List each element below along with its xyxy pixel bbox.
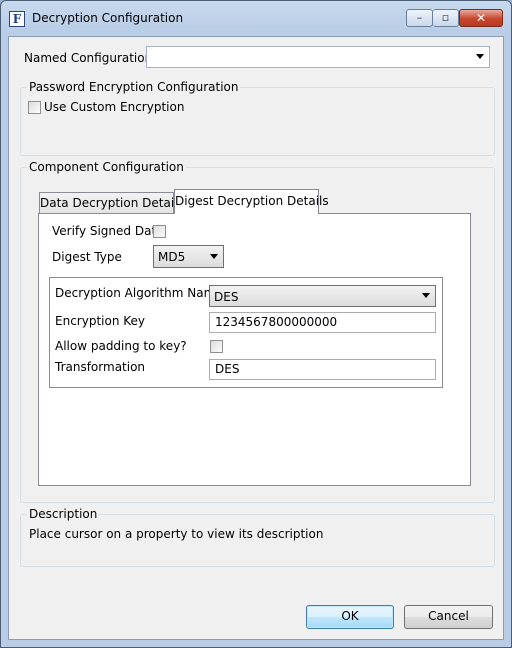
decryption-algorithm-label: Decryption Algorithm Name (55, 286, 223, 300)
description-title: Description (27, 507, 100, 521)
encryption-key-label: Encryption Key (55, 314, 145, 328)
title-bar[interactable]: F Decryption Configuration – ▫ ✕ (1, 1, 511, 37)
chevron-down-icon (210, 253, 218, 259)
transformation-label: Transformation (55, 360, 146, 374)
chevron-down-icon (476, 54, 484, 59)
encryption-key-input[interactable]: 1234567800000000 (209, 312, 436, 333)
digest-type-select[interactable]: MD5 (153, 245, 224, 268)
named-configuration-select[interactable] (146, 46, 490, 68)
maximize-button[interactable]: ▫ (433, 9, 459, 27)
chevron-down-icon (422, 293, 430, 298)
app-icon: F (9, 11, 25, 27)
transformation-input[interactable]: DES (209, 359, 436, 380)
component-configuration-title: Component Configuration (27, 160, 186, 174)
allow-padding-label: Allow padding to key? (55, 339, 187, 353)
tab-data-decryption-details[interactable]: Data Decryption Details (39, 192, 184, 213)
password-encryption-group (20, 87, 495, 156)
window-title: Decryption Configuration (32, 11, 184, 25)
digest-decryption-tab-panel: Verify Signed Data Digest Type MD5 Decry… (38, 213, 471, 486)
verify-signed-data-checkbox[interactable] (153, 225, 166, 238)
allow-padding-checkbox[interactable] (210, 340, 223, 353)
tab-digest-decryption-details[interactable]: Digest Decryption Details (174, 189, 329, 214)
description-text: Place cursor on a property to view its d… (29, 527, 324, 541)
password-encryption-title: Password Encryption Configuration (27, 80, 241, 94)
digest-type-label: Digest Type (52, 250, 122, 264)
decryption-algorithm-select[interactable]: DES (209, 285, 436, 307)
ok-button[interactable]: OK (306, 605, 394, 629)
verify-signed-data-label: Verify Signed Data (52, 224, 164, 238)
use-custom-encryption-label: Use Custom Encryption (44, 100, 185, 114)
dialog-client-area: Named Configuration Password Encryption … (8, 36, 504, 640)
cancel-button[interactable]: Cancel (404, 605, 493, 629)
digest-type-value: MD5 (158, 250, 186, 264)
digest-properties-box: Decryption Algorithm Name DES Encryption… (49, 277, 443, 388)
named-configuration-label: Named Configuration (24, 51, 153, 65)
minimize-button[interactable]: – (406, 9, 433, 27)
use-custom-encryption-checkbox[interactable] (28, 101, 41, 114)
decryption-algorithm-value: DES (214, 290, 239, 304)
dialog-window: F Decryption Configuration – ▫ ✕ Named C… (0, 0, 512, 648)
close-button[interactable]: ✕ (459, 9, 503, 27)
